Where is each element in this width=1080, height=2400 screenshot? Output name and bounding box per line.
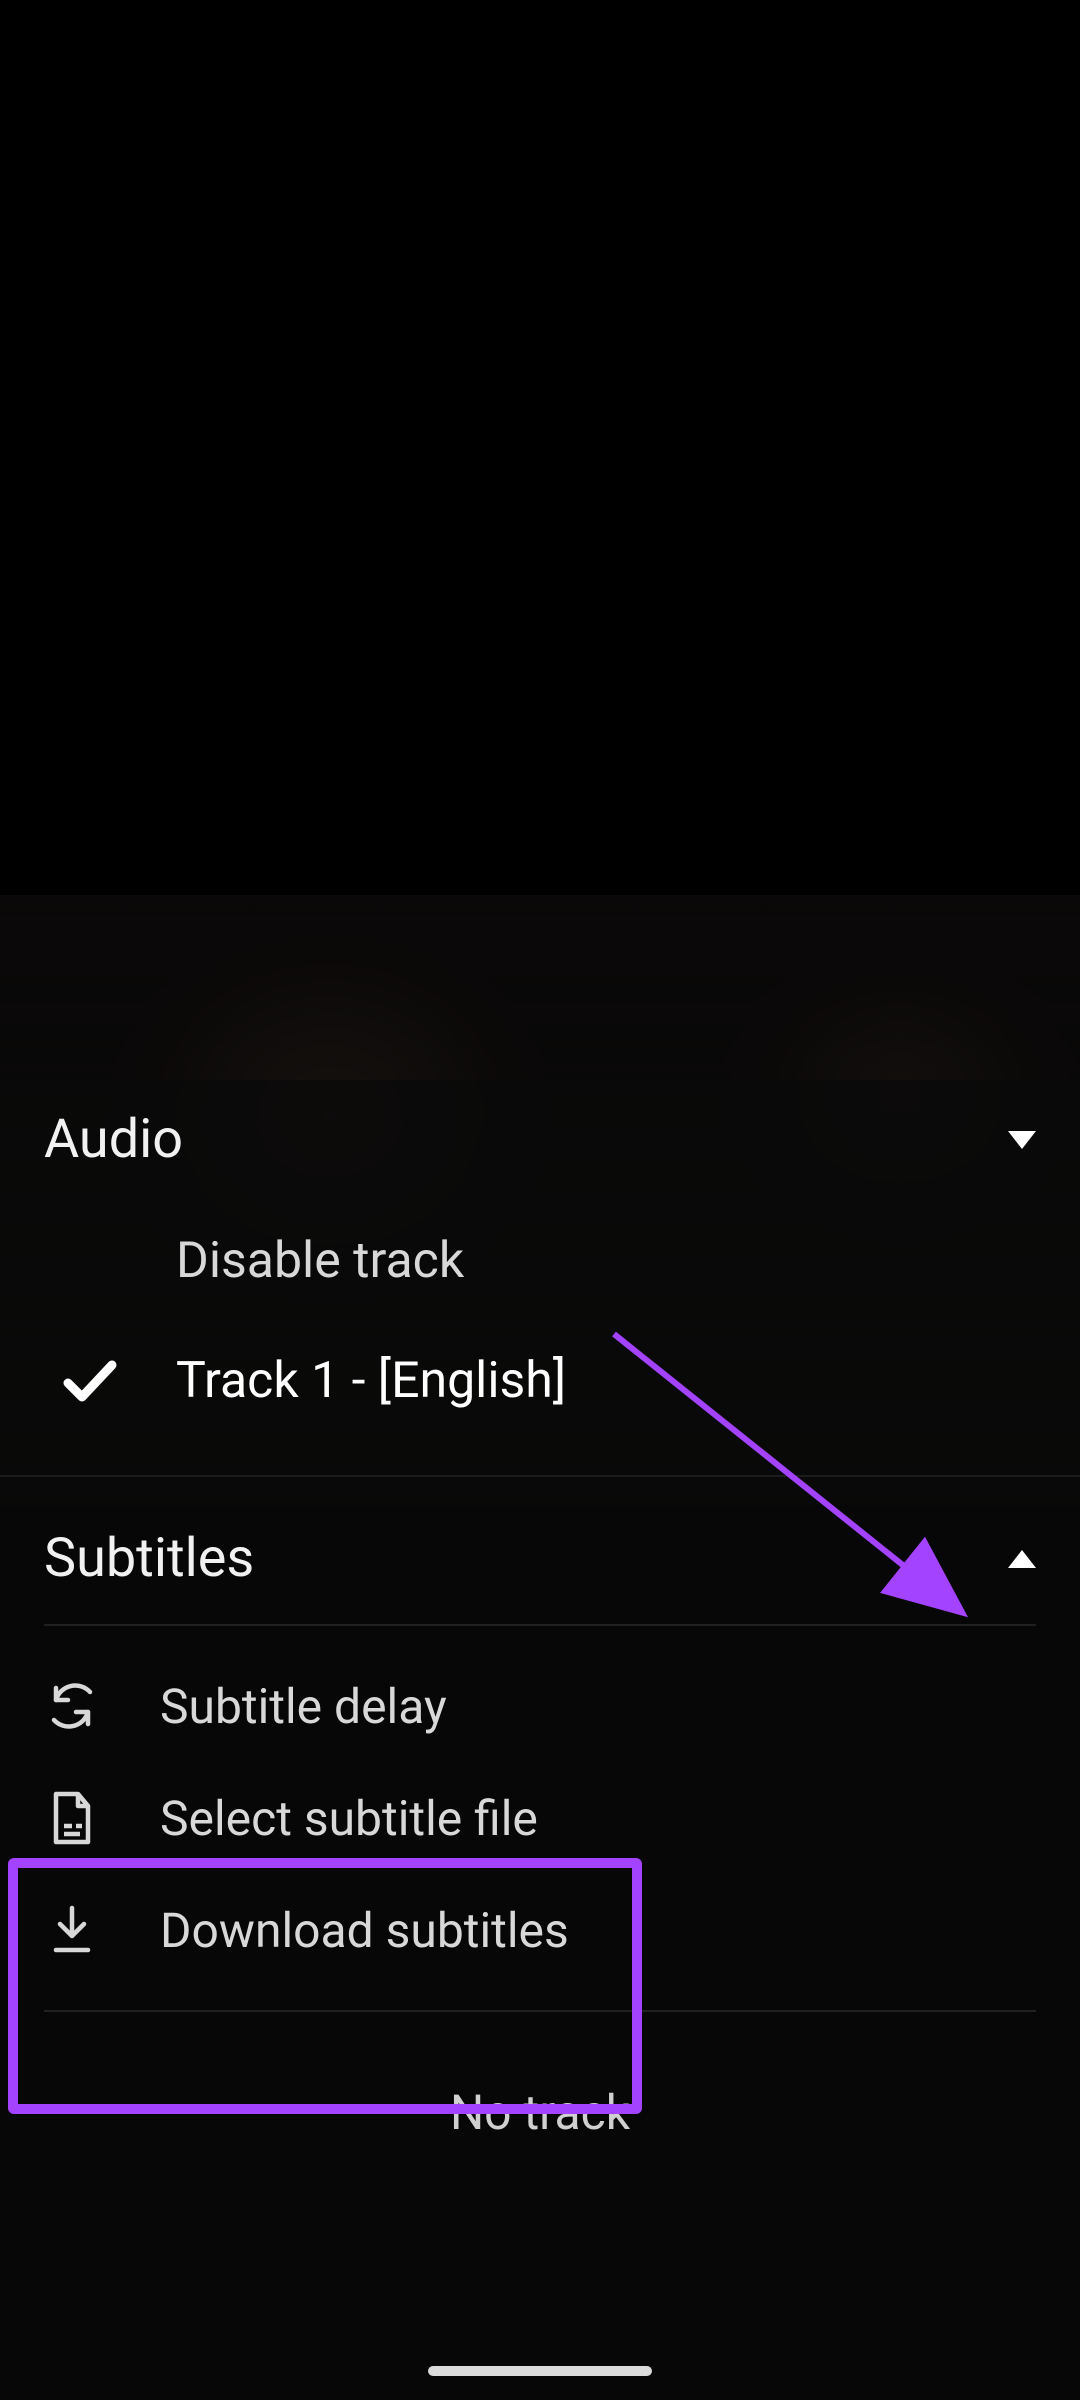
gesture-handle[interactable] xyxy=(428,2366,652,2376)
subtitles-actions: Subtitle delay Select subtitle file xyxy=(0,1626,1080,2010)
audio-track-1-label: Track 1 - [English] xyxy=(176,1352,566,1410)
audio-disable-label: Disable track xyxy=(176,1232,464,1290)
subtitle-delay-label: Subtitle delay xyxy=(160,1678,447,1735)
audio-subtitles-sheet: Audio Disable track Track 1 - [English] xyxy=(0,1080,1080,2400)
subtitle-delay-row[interactable]: Subtitle delay xyxy=(0,1650,1080,1762)
subtitles-section-title: Subtitles xyxy=(44,1527,254,1590)
audio-section-title: Audio xyxy=(44,1108,183,1171)
select-subtitle-file-row[interactable]: Select subtitle file xyxy=(0,1762,1080,1874)
player-screen: Audio Disable track Track 1 - [English] xyxy=(0,0,1080,2400)
file-icon xyxy=(44,1790,100,1846)
subtitles-no-track: No track xyxy=(0,2012,1080,2177)
download-subtitles-label: Download subtitles xyxy=(160,1902,569,1959)
audio-disable-track[interactable]: Disable track xyxy=(0,1201,1080,1321)
subtitles-section: Subtitles xyxy=(0,1477,1080,2177)
download-subtitles-row[interactable]: Download subtitles xyxy=(0,1874,1080,1986)
sync-icon xyxy=(44,1680,100,1732)
audio-track-list: Disable track Track 1 - [English] xyxy=(0,1201,1080,1469)
audio-track-1[interactable]: Track 1 - [English] xyxy=(0,1321,1080,1441)
caret-down-icon xyxy=(1008,1131,1036,1149)
caret-up-icon xyxy=(1008,1550,1036,1568)
check-icon xyxy=(44,1359,136,1403)
audio-section-header[interactable]: Audio xyxy=(0,1080,1080,1201)
subtitles-section-header[interactable]: Subtitles xyxy=(0,1481,1080,1624)
download-icon xyxy=(44,1904,100,1956)
select-subtitle-file-label: Select subtitle file xyxy=(160,1790,538,1847)
